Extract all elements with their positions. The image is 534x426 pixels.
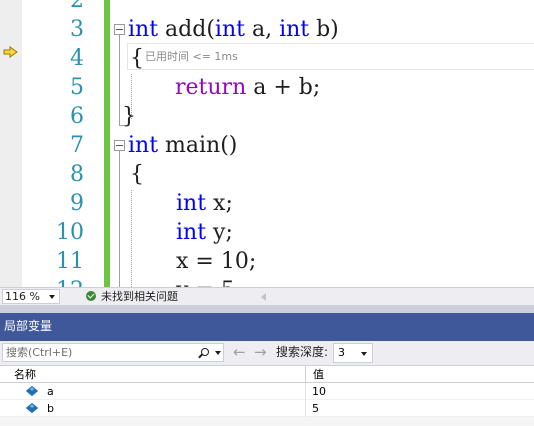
keyword: int — [128, 17, 159, 42]
forward-arrow-icon[interactable]: → — [254, 345, 267, 360]
keyword: int — [176, 220, 207, 245]
code-line: { — [130, 162, 144, 187]
code-text: x; — [206, 191, 233, 216]
keyword: int — [279, 17, 310, 42]
locals-title[interactable]: 局部变量 — [0, 313, 534, 341]
keyword: int — [214, 17, 245, 42]
splitter[interactable] — [0, 305, 534, 313]
code-text: a, — [244, 17, 280, 42]
variable-value[interactable]: 5 — [312, 401, 319, 416]
locals-window: 局部变量 搜索(Ctrl+E) ← → 搜索深度: 3 名称 值 a 10 b … — [0, 305, 534, 426]
perf-tip[interactable]: 已用时间 <= 1ms — [145, 46, 238, 68]
variable-icon — [25, 385, 39, 397]
table-row[interactable]: b 5 — [0, 400, 534, 417]
chevron-down-icon — [361, 352, 367, 356]
code-line: } — [122, 104, 136, 129]
chevron-down-icon[interactable] — [215, 351, 221, 355]
code-line: return a + b; — [175, 73, 320, 102]
chevron-down-icon — [49, 295, 55, 299]
search-icon[interactable] — [201, 348, 209, 356]
variable-name: b — [47, 402, 54, 415]
search-input[interactable]: 搜索(Ctrl+E) — [2, 343, 224, 362]
search-placeholder: 搜索(Ctrl+E) — [6, 346, 73, 359]
column-divider — [305, 400, 306, 417]
column-divider — [305, 383, 306, 400]
zoom-select[interactable]: 116 % — [2, 289, 60, 304]
check-circle-icon — [86, 291, 96, 301]
code-area[interactable]: int add(int a, int b) { return a + b; } … — [0, 0, 534, 287]
variable-name: a — [47, 385, 54, 398]
locals-toolbar: 搜索(Ctrl+E) ← → 搜索深度: 3 — [0, 341, 534, 365]
back-arrow-icon[interactable]: ← — [233, 345, 246, 360]
search-depth-label: 搜索深度: — [276, 345, 329, 359]
code-line: int main() — [128, 131, 237, 160]
code-line: y = 5 — [176, 276, 235, 287]
code-line: int y; — [176, 218, 233, 247]
search-depth-value: 3 — [338, 346, 345, 359]
column-divider[interactable] — [305, 366, 306, 383]
table-row[interactable]: a 10 — [0, 383, 534, 400]
keyword: int — [128, 133, 159, 158]
variable-icon — [25, 402, 39, 414]
code-line: { — [130, 46, 144, 71]
column-header-name[interactable]: 名称 — [14, 367, 36, 382]
code-text: add( — [158, 17, 215, 42]
zoom-value: 116 % — [5, 290, 40, 303]
code-line: int x; — [176, 189, 233, 218]
variable-value[interactable]: 10 — [312, 384, 326, 399]
issues-status[interactable]: 未找到相关问题 — [101, 290, 178, 304]
editor-status-bar: 116 % 未找到相关问题 — [0, 287, 534, 305]
code-line: int add(int a, int b) — [128, 15, 339, 44]
keyword: return — [175, 75, 247, 100]
locals-grid-header: 名称 值 — [0, 365, 534, 383]
scroll-left-icon[interactable] — [261, 293, 266, 301]
code-text: a + b; — [246, 75, 321, 100]
code-text: main() — [158, 133, 238, 158]
search-depth-select[interactable]: 3 — [333, 343, 373, 363]
keyword: int — [176, 191, 207, 216]
code-editor[interactable]: 2 3 4 5 6 7 8 9 10 11 12 int add(int a, … — [0, 0, 534, 287]
code-text: y; — [206, 220, 233, 245]
code-text: b) — [309, 17, 339, 42]
column-header-value[interactable]: 值 — [313, 367, 324, 382]
code-line: x = 10; — [176, 249, 257, 274]
